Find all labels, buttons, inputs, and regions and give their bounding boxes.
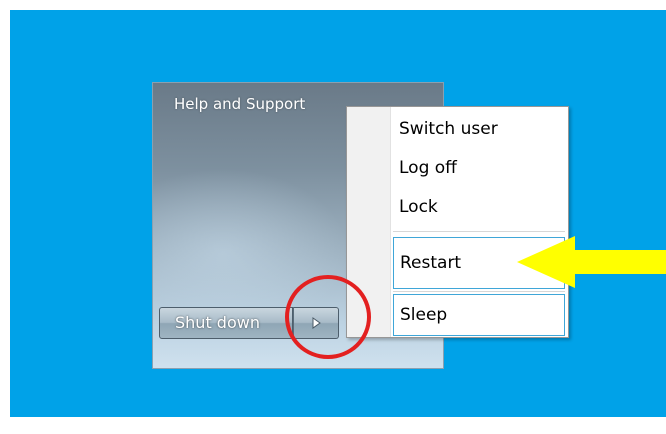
red-highlight-circle [285, 275, 371, 359]
shut-down-button[interactable]: Shut down [159, 307, 293, 339]
menu-item-log-off[interactable]: Log off [393, 151, 565, 185]
yellow-arrow-icon [517, 236, 666, 288]
menu-item-lock[interactable]: Lock [393, 190, 565, 224]
desktop-background: Help and Support Shut down Switch user L… [10, 10, 666, 417]
help-and-support-link[interactable]: Help and Support [174, 95, 305, 113]
shutdown-options-menu: Switch user Log off Lock Restart Sleep [346, 106, 569, 338]
menu-item-sleep[interactable]: Sleep [393, 294, 565, 336]
menu-item-switch-user[interactable]: Switch user [393, 112, 565, 146]
